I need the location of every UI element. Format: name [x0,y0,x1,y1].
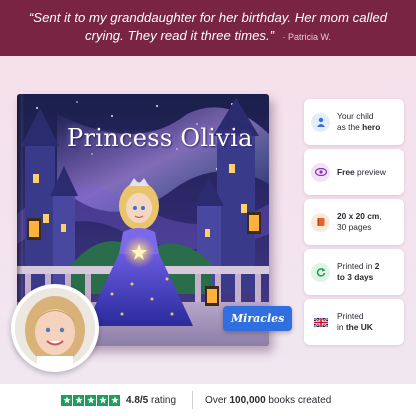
star-icon [73,394,84,406]
feature-line: in [337,322,346,332]
refresh-icon [311,262,330,282]
feature-printed-uk: Printed in the UK [304,299,404,345]
feature-free-preview: Free preview [304,149,404,195]
divider [192,391,194,409]
feature-bold: hero [362,122,381,132]
rating-suffix: rating [148,394,177,406]
person-icon [311,112,330,132]
feature-text: Printed in 2 to 3 days [337,261,379,283]
child-photo [15,288,95,368]
feature-line: as the [337,122,363,132]
feature-printed-days: Printed in 2 to 3 days [304,249,404,295]
book-icon [311,212,330,232]
eye-icon [311,162,330,182]
feature-text: 20 x 20 cm, 30 pages [337,211,382,233]
feature-line: Your child [337,111,374,121]
books-suffix: books created [265,394,332,406]
uk-flag-icon [311,312,330,332]
rating-score: 4.8/5 rating [126,395,176,406]
feature-bold: 20 x 20 cm [337,211,380,221]
feature-bold: the UK [345,322,373,332]
feature-bold: Free [337,166,355,177]
feature-text: Your child as the hero [337,111,380,133]
star-icon [109,394,120,406]
book-title: Princess Olivia [67,124,253,152]
feature-your-child-hero: Your child as the hero [304,99,404,145]
testimonial-quote: “Sent it to my granddaughter for her bir… [28,10,388,43]
feature-bold: to 3 days [337,272,374,282]
feature-bold: 2 [374,261,380,271]
books-created: Over 100,000 books created [205,395,331,406]
star-icon [85,394,96,406]
rating-value: 4.8/5 [126,394,149,406]
testimonial-author: · Patricia W. [282,32,332,42]
feature-line: , [379,211,382,221]
feature-text: Free preview [337,167,386,178]
feature-line: Printed in [337,261,375,271]
miracles-badge: Miracles [223,306,293,331]
star-icon [61,394,72,406]
feature-line: preview [354,166,386,177]
books-count: 100,000 [229,394,266,406]
rating-bar: 4.8/5 rating Over 100,000 books created [0,384,416,416]
feature-size-pages: 20 x 20 cm, 30 pages [304,199,404,245]
child-photo-avatar [11,284,99,372]
testimonial-banner: “Sent it to my granddaughter for her bir… [0,0,416,56]
star-rating [61,394,121,406]
feature-line: 30 pages [337,222,372,232]
feature-line: Printed [337,311,364,321]
feature-text: Printed in the UK [337,311,373,333]
books-prefix: Over [205,394,230,406]
testimonial-author-name: Patricia W. [288,32,332,42]
star-icon [97,394,108,406]
